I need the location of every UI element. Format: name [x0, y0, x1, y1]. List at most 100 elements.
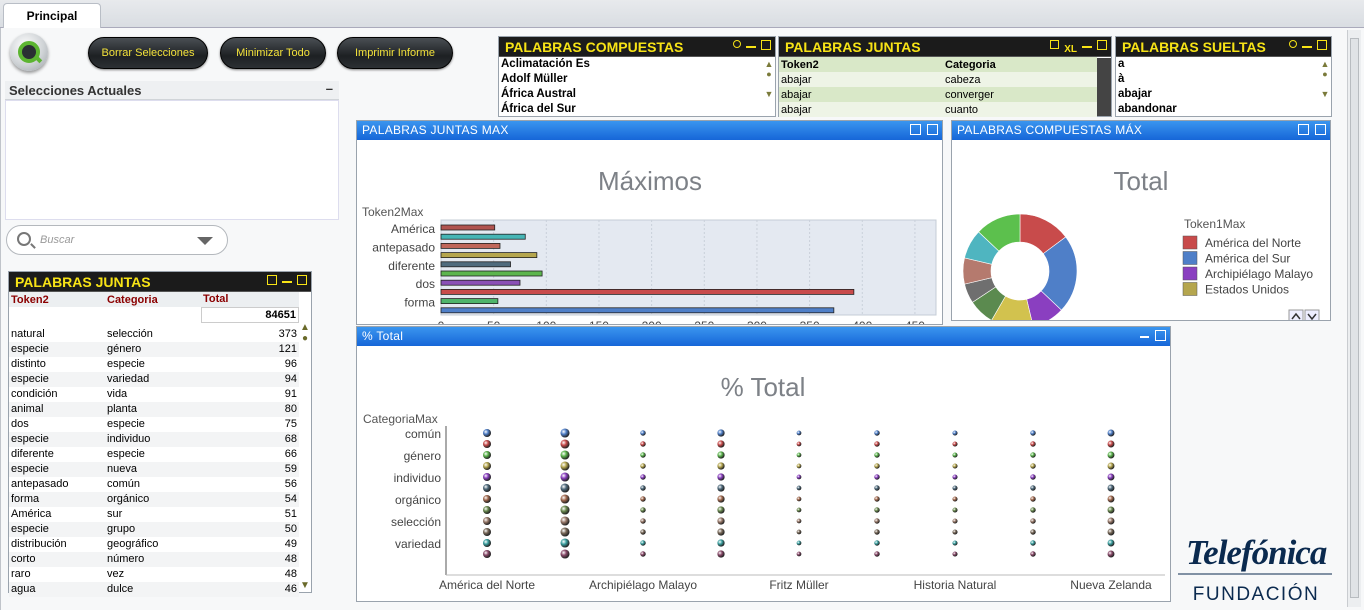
scatter-point[interactable] [874, 441, 880, 447]
scatter-point[interactable] [796, 463, 802, 469]
table-cell[interactable]: género [105, 342, 201, 357]
table-cell[interactable]: forma [9, 492, 105, 507]
scatter-point[interactable] [796, 540, 802, 546]
scatter-point[interactable] [717, 462, 725, 470]
table-cell[interactable]: 46 [201, 582, 299, 597]
table-cell[interactable]: 75 [201, 417, 299, 432]
table-cell[interactable]: nueva [105, 462, 201, 477]
table-cell[interactable]: abajar [779, 72, 943, 87]
table-cell[interactable]: planta [105, 402, 201, 417]
column-header[interactable]: Token2 [779, 57, 943, 72]
scatter-point[interactable] [952, 507, 958, 513]
legend-label[interactable]: Archipiélago Malayo [1205, 267, 1313, 281]
list-item[interactable]: África del Sur [499, 102, 775, 117]
scatter-point[interactable] [952, 529, 958, 535]
table-cell[interactable]: 94 [201, 372, 299, 387]
scatter-point[interactable] [874, 529, 880, 535]
scatter-point[interactable] [640, 441, 646, 447]
list-item[interactable]: abajar [1116, 87, 1331, 102]
scatter-point[interactable] [560, 494, 570, 504]
list-item[interactable]: a [1116, 57, 1331, 72]
bar[interactable] [440, 224, 496, 231]
scatter-point[interactable] [560, 450, 570, 460]
scatter-point[interactable] [717, 495, 725, 503]
scatter-point[interactable] [952, 496, 958, 502]
scatter-point[interactable] [952, 540, 958, 546]
scatter-point[interactable] [1107, 506, 1115, 514]
scatter-point[interactable] [717, 550, 725, 558]
scatter-point[interactable] [483, 550, 491, 558]
scatter-point[interactable] [640, 474, 646, 480]
bar[interactable] [440, 298, 499, 305]
bar[interactable] [440, 233, 526, 240]
scatter-point[interactable] [560, 472, 570, 482]
scatter-point[interactable] [874, 485, 880, 491]
scrollbar[interactable] [1097, 58, 1111, 116]
scatter-point[interactable] [640, 463, 646, 469]
table-cell[interactable]: 50 [201, 522, 299, 537]
table-cell[interactable]: abajar [779, 87, 943, 102]
scatter-point[interactable] [874, 551, 880, 557]
scatter-point[interactable] [952, 452, 958, 458]
scatter-point[interactable] [874, 463, 880, 469]
table-cell[interactable]: distinto [9, 357, 105, 372]
table-cell[interactable]: vida [105, 387, 201, 402]
table-cell[interactable]: especie [9, 432, 105, 447]
search-box[interactable]: Buscar [6, 225, 228, 255]
bar[interactable] [440, 270, 543, 277]
scatter-point[interactable] [1107, 473, 1115, 481]
table-cell[interactable]: 56 [201, 477, 299, 492]
scatter-point[interactable] [640, 485, 646, 491]
table-cell[interactable]: converger [943, 87, 1097, 102]
scatter-point[interactable] [1107, 462, 1115, 470]
scatter-point[interactable] [483, 517, 491, 525]
scatter-point[interactable] [1107, 440, 1115, 448]
table-row[interactable]: especie individuo 68 [9, 431, 299, 447]
table-cell[interactable]: selección [105, 327, 201, 342]
column-header[interactable]: Categoria [943, 57, 1097, 72]
table-cell[interactable]: especie [105, 447, 201, 462]
table-cell[interactable]: especie [9, 342, 105, 357]
table-cell[interactable]: animal [9, 402, 105, 417]
table-cell[interactable]: diferente [9, 447, 105, 462]
table-cell[interactable]: 373 [201, 327, 299, 342]
scrollbar[interactable]: ▲ ● ▼ [764, 59, 774, 115]
scatter-point[interactable] [1107, 495, 1115, 503]
print-icon[interactable] [1050, 40, 1060, 49]
scatter-point[interactable] [874, 474, 880, 480]
table-cell[interactable]: cabeza [943, 72, 1097, 87]
scatter-point[interactable] [952, 441, 958, 447]
scatter-point[interactable] [483, 539, 491, 547]
scatter-point[interactable] [796, 507, 802, 513]
scatter-point[interactable] [1107, 484, 1115, 492]
scatter-point[interactable] [560, 439, 570, 449]
table-cell[interactable]: 51 [201, 507, 299, 522]
table-cell[interactable]: dulce [105, 582, 201, 597]
table-cell[interactable]: 48 [201, 567, 299, 582]
scatter-point[interactable] [796, 474, 802, 480]
scatter-point[interactable] [796, 496, 802, 502]
table-cell[interactable]: cuanto [943, 102, 1097, 117]
scatter-point[interactable] [874, 540, 880, 546]
bar[interactable] [440, 307, 835, 314]
scatter-point[interactable] [874, 507, 880, 513]
table-cell[interactable]: especie [105, 417, 201, 432]
table-row[interactable]: especie variedad 94 [9, 371, 299, 387]
table-row[interactable]: corto número 48 [9, 551, 299, 567]
bar[interactable] [440, 261, 511, 268]
legend-label[interactable]: América del Norte [1205, 236, 1301, 250]
table-cell[interactable]: número [105, 552, 201, 567]
table-cell[interactable]: sur [105, 507, 201, 522]
scatter-point[interactable] [560, 527, 570, 537]
minimize-icon[interactable] [282, 275, 292, 283]
donut-chart[interactable]: Total Token1Max América del Norte América d… [952, 140, 1330, 329]
table-cell[interactable]: grupo [105, 522, 201, 537]
scatter-point[interactable] [560, 538, 570, 548]
list-item[interactable]: abandonar [1116, 102, 1331, 117]
table-row[interactable]: especie grupo 50 [9, 521, 299, 537]
minimize-icon[interactable] [746, 40, 756, 48]
scrollbar[interactable]: ▲ ● ▼ [300, 322, 310, 592]
table-cell[interactable]: 66 [201, 447, 299, 462]
scatter-point[interactable] [796, 452, 802, 458]
bar[interactable] [440, 252, 538, 258]
